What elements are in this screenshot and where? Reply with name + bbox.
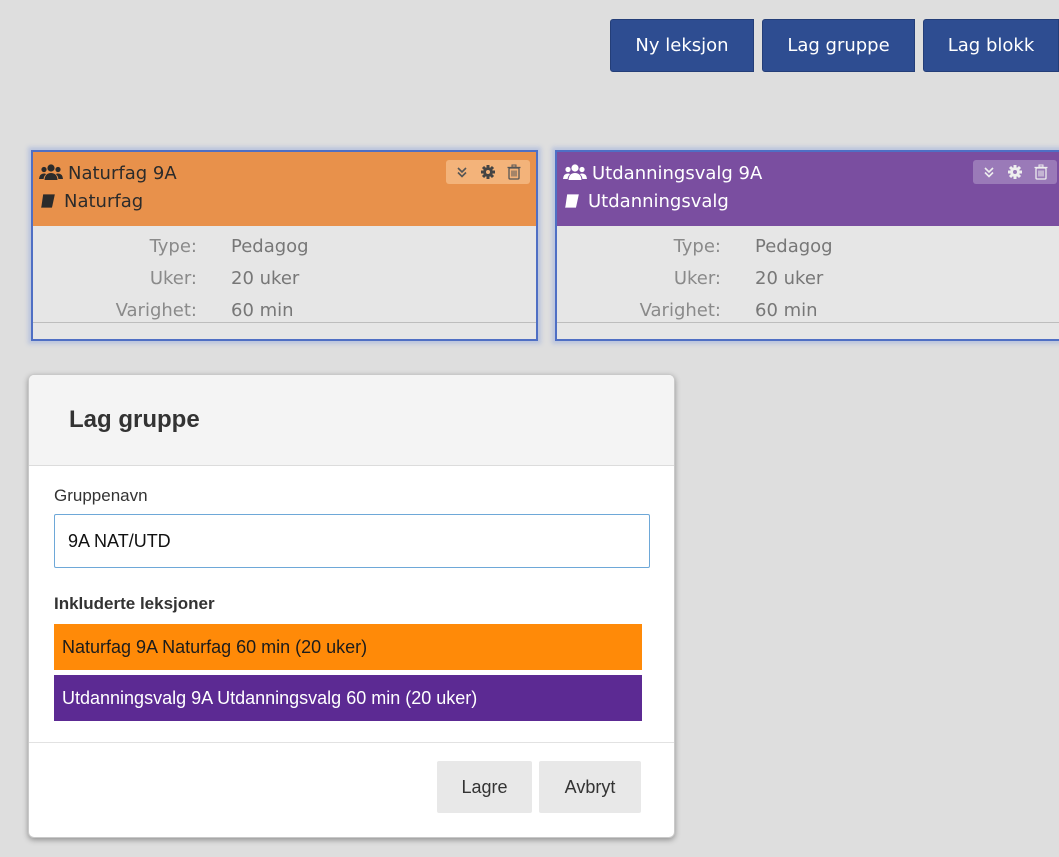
card-divider: [33, 322, 536, 323]
card-header: Naturfag 9A Naturfag: [33, 152, 536, 226]
gear-icon[interactable]: [1007, 164, 1023, 180]
weeks-value: 20 uker: [231, 267, 300, 289]
trash-icon[interactable]: [506, 164, 522, 180]
new-lesson-button[interactable]: Ny leksjon: [610, 19, 754, 72]
modal-title: Lag gruppe: [69, 406, 200, 433]
duration-label: Varighet:: [115, 299, 197, 321]
card-title: Utdanningsvalg 9A: [592, 162, 763, 184]
lesson-card-utdanningsvalg[interactable]: Utdanningsvalg 9A Utdanningsvalg Type: P…: [555, 150, 1059, 341]
card-body: Type: Pedagog Uker: 20 uker Varighet: 60 mi…: [557, 226, 1059, 326]
chevron-double-down-icon[interactable]: [981, 164, 997, 180]
trash-icon[interactable]: [1033, 164, 1049, 180]
weeks-value: 20 uker: [755, 267, 824, 289]
group-name-input[interactable]: [54, 514, 650, 568]
book-icon: [565, 194, 579, 208]
card-header: Utdanningsvalg 9A Utdanningsvalg: [557, 152, 1059, 226]
included-lesson-item[interactable]: Utdanningsvalg 9A Utdanningsvalg 60 min …: [54, 675, 642, 721]
included-lessons-label: Inkluderte leksjoner: [54, 594, 215, 613]
modal-header: Lag gruppe: [29, 375, 674, 466]
chevron-double-down-icon[interactable]: [454, 164, 470, 180]
users-icon: [39, 164, 63, 180]
weeks-label: Uker:: [149, 267, 197, 289]
card-tools: [446, 160, 530, 184]
card-divider: [557, 322, 1059, 323]
duration-label: Varighet:: [639, 299, 721, 321]
make-block-button[interactable]: Lag blokk: [923, 19, 1059, 72]
modal-footer: Lagre Avbryt: [29, 742, 674, 837]
lesson-card-naturfag[interactable]: Naturfag 9A Naturfag Type: Pedagog Uker:…: [31, 150, 538, 341]
book-icon: [41, 194, 55, 208]
card-body: Type: Pedagog Uker: 20 uker Varighet: 60 mi…: [33, 226, 536, 326]
type-value: Pedagog: [231, 235, 309, 257]
toolbar: Ny leksjon Lag gruppe Lag blokk: [610, 19, 1059, 72]
create-group-modal: Lag gruppe Gruppenavn Inkluderte leksjon…: [28, 374, 675, 838]
type-label: Type:: [149, 235, 197, 257]
group-name-label: Gruppenavn: [54, 486, 148, 505]
card-subject: Naturfag: [64, 190, 144, 212]
make-group-button[interactable]: Lag gruppe: [762, 19, 915, 72]
type-label: Type:: [673, 235, 721, 257]
users-icon: [563, 164, 587, 180]
save-button[interactable]: Lagre: [437, 761, 532, 813]
type-value: Pedagog: [755, 235, 833, 257]
card-tools: [973, 160, 1057, 184]
weeks-label: Uker:: [673, 267, 721, 289]
card-title: Naturfag 9A: [68, 162, 177, 184]
modal-body: Gruppenavn Inkluderte leksjoner Naturfag…: [29, 466, 674, 721]
duration-value: 60 min: [755, 299, 818, 321]
card-subject: Utdanningsvalg: [588, 190, 729, 212]
included-lesson-item[interactable]: Naturfag 9A Naturfag 60 min (20 uker): [54, 624, 642, 670]
cancel-button[interactable]: Avbryt: [539, 761, 641, 813]
duration-value: 60 min: [231, 299, 294, 321]
gear-icon[interactable]: [480, 164, 496, 180]
